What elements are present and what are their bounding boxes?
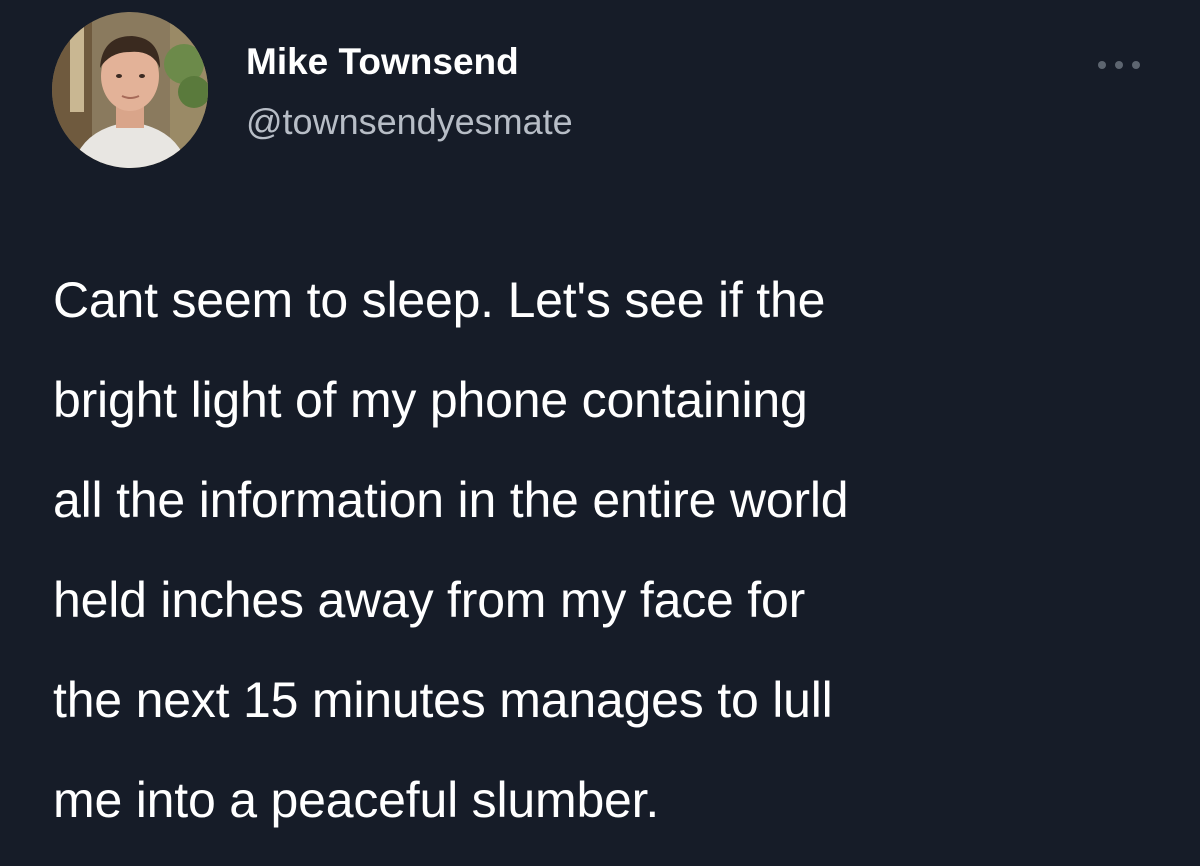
author-handle[interactable]: @townsendyesmate	[246, 102, 573, 142]
tweet-text-line: the next 15 minutes manages to lull	[53, 672, 833, 728]
avatar[interactable]	[52, 12, 208, 168]
tweet-text: Cant seem to sleep. Let's see if the bri…	[53, 250, 1163, 850]
tweet-card: Mike Townsend @townsendyesmate Cant seem…	[0, 0, 1200, 866]
tweet-text-line: Cant seem to sleep. Let's see if the	[53, 272, 826, 328]
tweet-text-line: bright light of my phone containing	[53, 372, 808, 428]
more-options-icon	[1132, 61, 1140, 69]
more-options-icon	[1115, 61, 1123, 69]
author-name[interactable]: Mike Townsend	[246, 41, 519, 83]
tweet-text-line: all the information in the entire world	[53, 472, 849, 528]
more-options-button[interactable]	[1090, 50, 1148, 80]
tweet-text-line: held inches away from my face for	[53, 572, 806, 628]
more-options-icon	[1098, 61, 1106, 69]
tweet-text-line: me into a peaceful slumber.	[53, 772, 660, 828]
profile-photo-icon	[52, 12, 208, 168]
